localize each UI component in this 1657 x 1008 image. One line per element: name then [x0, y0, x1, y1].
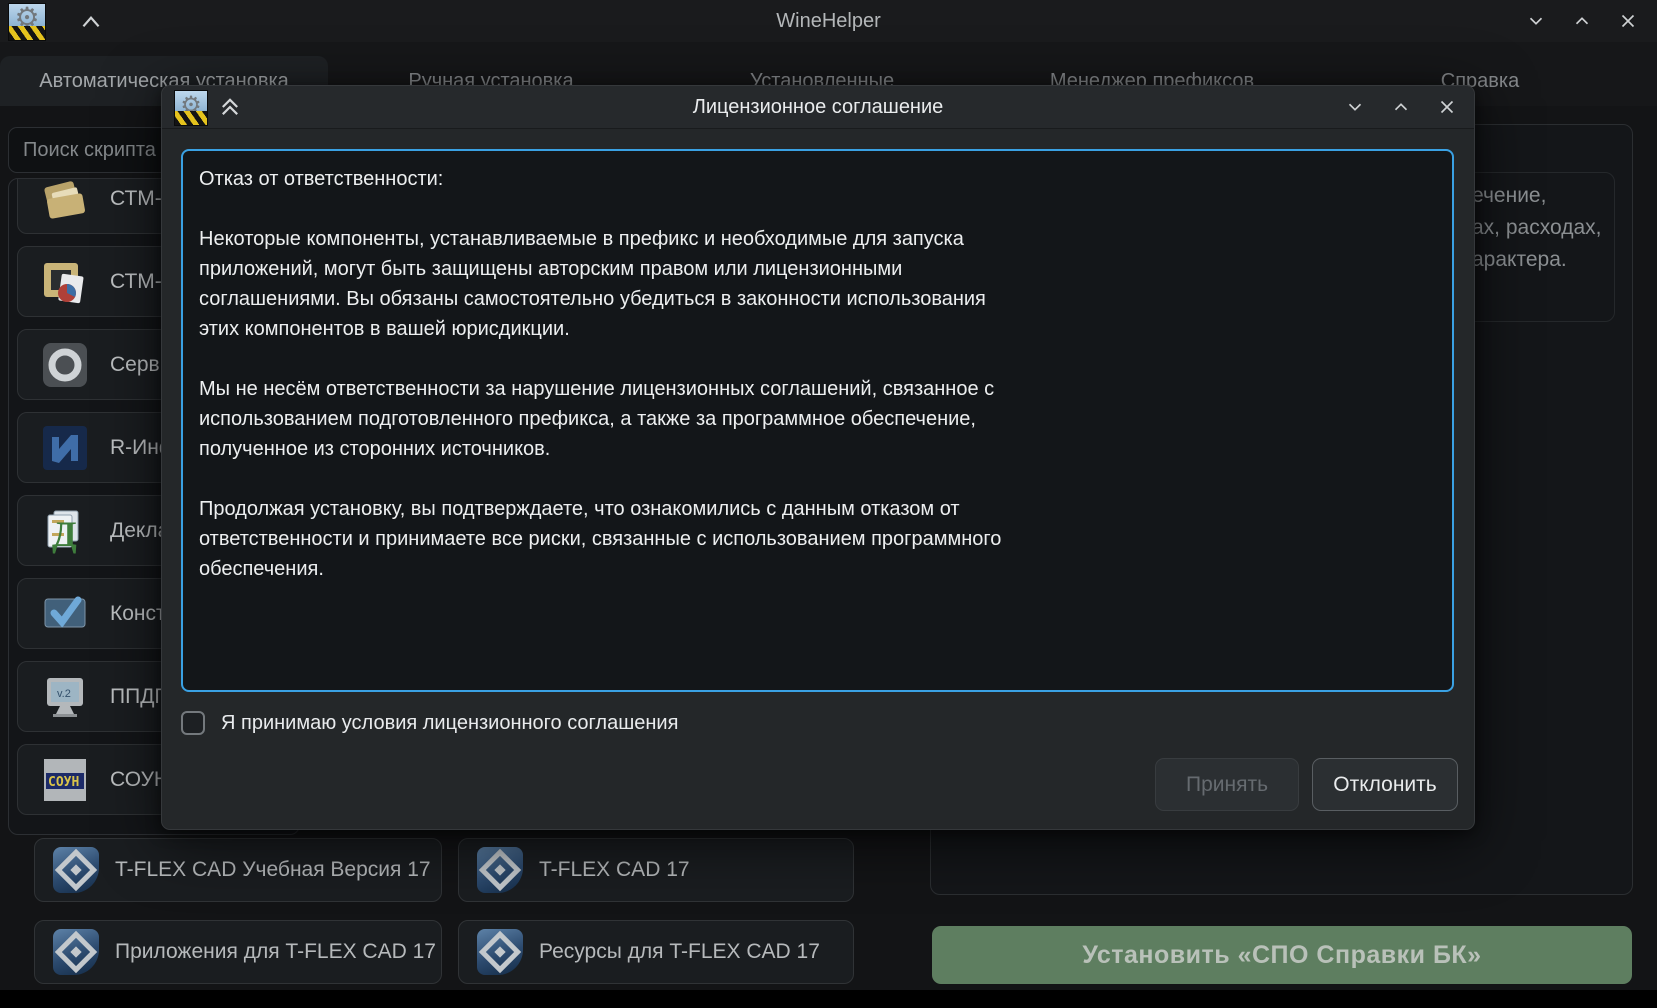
list-item-label: ППДГ: [110, 685, 166, 709]
install-button-label: Установить «СПО Справки БК»: [1082, 941, 1481, 970]
svg-text:Д: Д: [52, 514, 77, 554]
accept-button[interactable]: Принять: [1155, 758, 1299, 811]
frame-report-icon: [40, 257, 90, 307]
tflex-cad-icon: [477, 929, 523, 975]
chevron-up-icon: [1390, 96, 1412, 118]
close-button[interactable]: [1617, 10, 1639, 32]
folder-documents-icon: [40, 178, 90, 224]
monitor-v2-icon: v.2: [40, 672, 90, 722]
accept-terms-checkbox[interactable]: [181, 711, 205, 735]
description-text-fragment: арактера.: [1472, 248, 1567, 272]
dialog-maximize-button[interactable]: [1390, 96, 1412, 118]
tflex-cad-icon: [53, 847, 99, 893]
tflex-cad-icon: [53, 929, 99, 975]
install-spo-spravki-bk-button[interactable]: Установить «СПО Справки БК»: [932, 926, 1632, 984]
svg-text:v.2: v.2: [57, 688, 71, 700]
decline-button[interactable]: Отклонить: [1312, 758, 1458, 811]
green-d-documents-icon: Д: [40, 506, 90, 556]
script-button-label: Приложения для T-FLEX CAD 17: [115, 940, 436, 964]
chevron-up-icon: [1571, 10, 1593, 32]
soun-logo-icon: СОУН: [40, 755, 90, 805]
chevron-down-icon: [1344, 96, 1366, 118]
close-icon: [1436, 96, 1458, 118]
script-button-label: Ресурсы для T-FLEX CAD 17: [539, 940, 820, 964]
tflex-cad-icon: [477, 847, 523, 893]
close-icon: [1617, 10, 1639, 32]
dialog-minimize-button[interactable]: [1344, 96, 1366, 118]
license-text: Отказ от ответственности: Некоторые комп…: [199, 164, 1436, 584]
script-button-label: T-FLEX CAD 17: [539, 858, 690, 882]
script-button-label: T-FLEX CAD Учебная Версия 17: [115, 858, 431, 882]
main-titlebar: ⚙ WineHelper: [0, 0, 1657, 42]
winehelper-window: ⚙ WineHelper Автоматическая установка Ру…: [0, 0, 1657, 1008]
dialog-close-button[interactable]: [1436, 96, 1458, 118]
license-agreement-dialog: ⚙ Лицензионное соглашение: [161, 85, 1475, 830]
blue-letter-i-icon: [40, 423, 90, 473]
maximize-button[interactable]: [1571, 10, 1593, 32]
script-button-tflex-resources[interactable]: Ресурсы для T-FLEX CAD 17: [458, 920, 854, 984]
script-button-tflex-edu[interactable]: T-FLEX CAD Учебная Версия 17: [34, 838, 442, 902]
minimize-button[interactable]: [1525, 10, 1547, 32]
window-title: WineHelper: [0, 0, 1657, 42]
accept-terms-label: Я принимаю условия лицензионного соглаше…: [221, 711, 678, 735]
grey-ring-icon: [40, 340, 90, 390]
monitor-checkmark-icon: [40, 589, 90, 639]
dialog-title: Лицензионное соглашение: [162, 86, 1474, 128]
script-button-tflex-apps[interactable]: Приложения для T-FLEX CAD 17: [34, 920, 442, 984]
license-text-area[interactable]: Отказ от ответственности: Некоторые комп…: [181, 149, 1454, 692]
svg-text:СОУН: СОУН: [48, 775, 79, 790]
chevron-down-icon: [1525, 10, 1547, 32]
script-button-tflex-cad-17[interactable]: T-FLEX CAD 17: [458, 838, 854, 902]
list-item-label: Конст: [110, 602, 166, 626]
description-text-fragment: ах, расходах,: [1472, 216, 1601, 240]
description-text-fragment: ечение,: [1472, 184, 1546, 208]
dialog-titlebar: ⚙ Лицензионное соглашение: [162, 86, 1474, 129]
bottom-black-bar: [0, 990, 1657, 1008]
